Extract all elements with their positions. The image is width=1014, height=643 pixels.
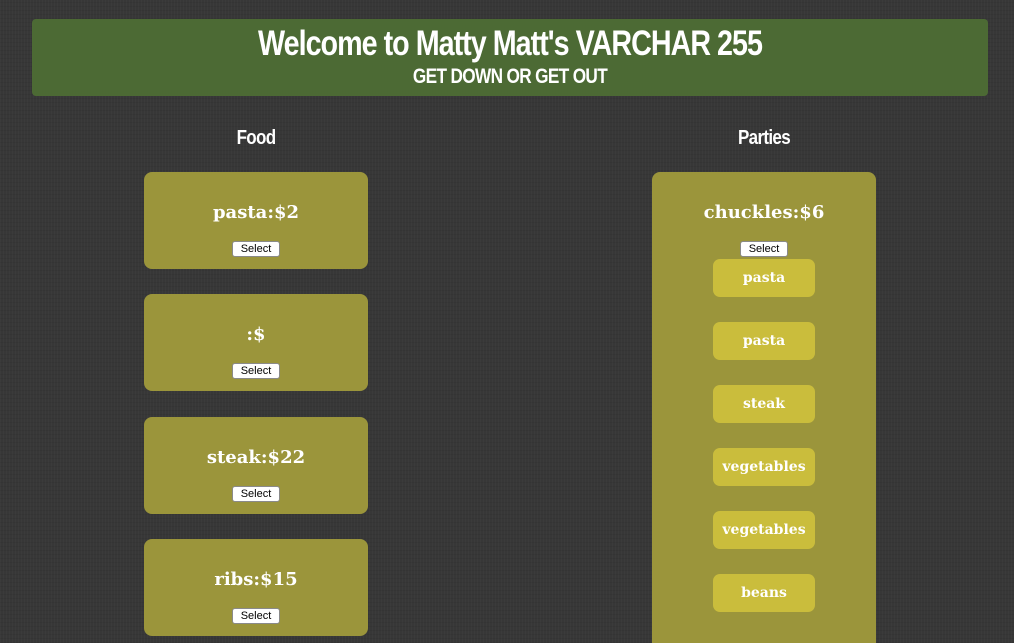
select-button[interactable]: Select bbox=[232, 241, 280, 257]
food-card-label: ribs:$15 bbox=[214, 569, 298, 590]
food-card: :$ Select bbox=[144, 294, 368, 391]
food-card: pasta:$2 Select bbox=[144, 172, 368, 269]
page-header: Welcome to Matty Matt's VARCHAR 255 GET … bbox=[32, 19, 988, 96]
party-food-pill: pasta bbox=[713, 322, 815, 360]
party-food-pill: steak bbox=[713, 385, 815, 423]
select-button[interactable]: Select bbox=[232, 608, 280, 624]
select-button[interactable]: Select bbox=[740, 241, 788, 257]
party-card: chuckles:$6 Select pasta pasta steak veg… bbox=[652, 172, 876, 643]
parties-column-title: Parties bbox=[738, 127, 791, 149]
food-card: steak:$22 Select bbox=[144, 417, 368, 514]
party-card-label: chuckles:$6 bbox=[703, 202, 825, 223]
party-food-pill: pasta bbox=[713, 259, 815, 297]
select-button[interactable]: Select bbox=[232, 363, 280, 379]
food-card-label: :$ bbox=[246, 324, 266, 345]
party-food-pill: vegetables bbox=[713, 511, 815, 549]
food-card: ribs:$15 Select bbox=[144, 539, 368, 636]
food-card-label: steak:$22 bbox=[206, 447, 306, 468]
food-column-title: Food bbox=[236, 127, 277, 149]
food-card-label: pasta:$2 bbox=[212, 202, 300, 223]
party-food-pill: beans bbox=[713, 574, 815, 612]
select-button[interactable]: Select bbox=[232, 486, 280, 502]
party-food-pill: vegetables bbox=[713, 448, 815, 486]
page-subtitle: GET DOWN OR GET OUT bbox=[412, 65, 608, 88]
page-title: Welcome to Matty Matt's VARCHAR 255 bbox=[258, 24, 763, 63]
